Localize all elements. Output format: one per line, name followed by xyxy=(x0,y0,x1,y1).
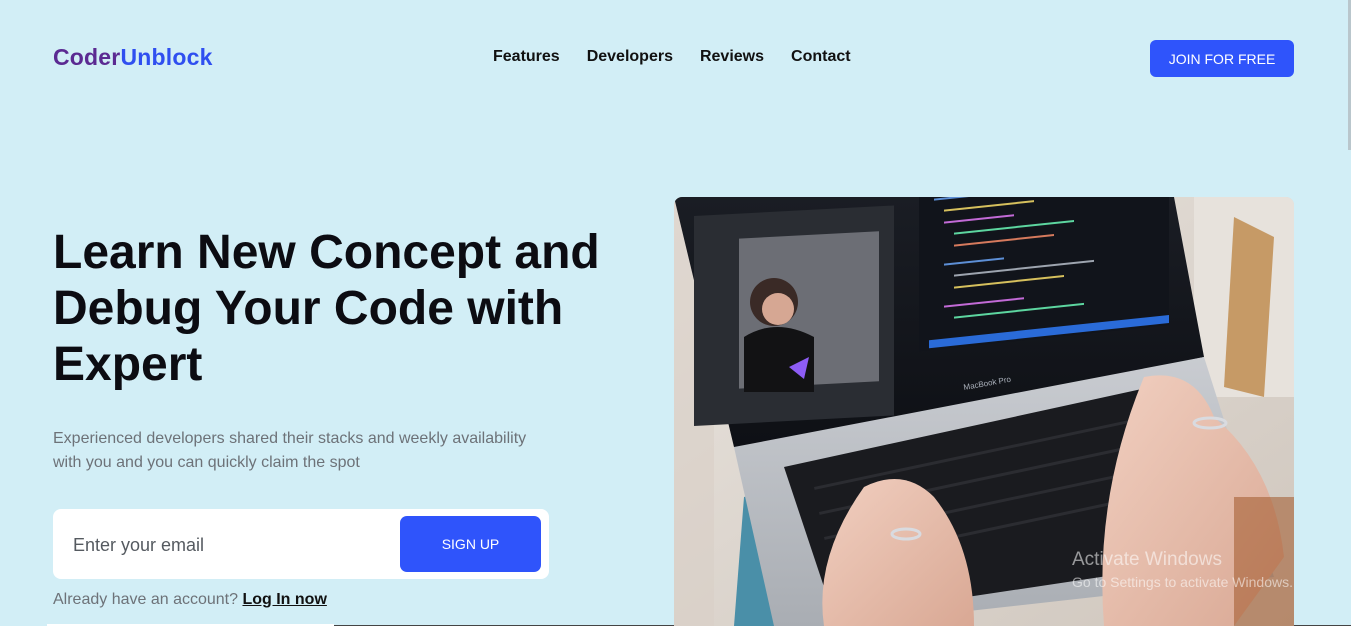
nav-link-developers[interactable]: Developers xyxy=(587,48,673,66)
hero-title-line-2: Debug Your Code with xyxy=(53,282,564,335)
windows-activation-hint: Go to Settings to activate Windows. xyxy=(1072,574,1293,590)
logo-part-coder: Coder xyxy=(53,44,121,70)
windows-activation-title: Activate Windows xyxy=(1072,549,1222,570)
hero-title: Learn New Concept and Debug Your Code wi… xyxy=(53,225,643,393)
hero-subtitle: Experienced developers shared their stac… xyxy=(53,427,553,475)
sign-up-button[interactable]: SIGN UP xyxy=(400,516,541,572)
email-input[interactable] xyxy=(71,527,395,563)
login-link[interactable]: Log In now xyxy=(242,591,326,608)
hero-title-line-1: Learn New Concept and xyxy=(53,226,600,279)
join-for-free-button[interactable]: JOIN FOR FREE xyxy=(1150,40,1294,77)
email-signup-form: SIGN UP xyxy=(53,509,549,579)
nav-link-contact[interactable]: Contact xyxy=(791,48,851,66)
login-prompt-text: Already have an account? xyxy=(53,591,239,608)
hero-subtitle-line-2: with you and you can quickly claim the s… xyxy=(53,454,360,471)
login-prompt: Already have an account? Log In now xyxy=(53,591,327,609)
nav-link-features[interactable]: Features xyxy=(493,48,560,66)
hero-title-line-3: Expert xyxy=(53,338,203,391)
landing-page: CoderUnblock Features Developers Reviews… xyxy=(0,0,1351,626)
logo-part-unblock: Unblock xyxy=(120,44,213,70)
logo[interactable]: CoderUnblock xyxy=(53,44,213,71)
main-nav: Features Developers Reviews Contact xyxy=(493,48,851,66)
hero-subtitle-line-1: Experienced developers shared their stac… xyxy=(53,430,527,447)
nav-link-reviews[interactable]: Reviews xyxy=(700,48,764,66)
